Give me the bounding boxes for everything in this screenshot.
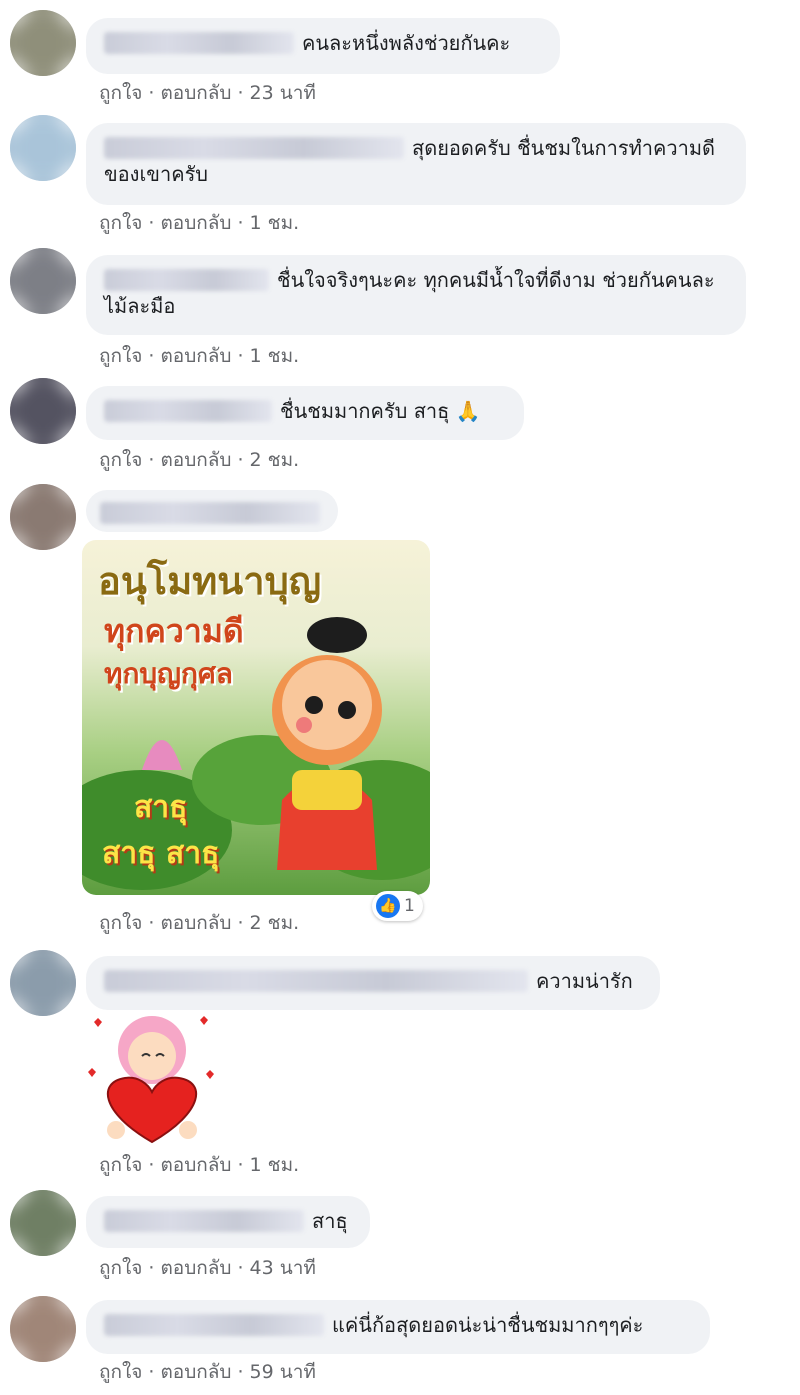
comment-bubble: ชื่นใจจริงๆนะคะ ทุกคนมีน้ำใจที่ดีงาม ช่ว…: [86, 255, 746, 335]
separator: ·: [237, 1361, 244, 1383]
like-link[interactable]: ถูกใจ: [99, 449, 142, 471]
timestamp[interactable]: 23 นาที: [250, 82, 316, 104]
comment-actions: ถูกใจ · ตอบกลับ · 23 นาที: [99, 78, 316, 108]
like-link[interactable]: ถูกใจ: [99, 345, 142, 367]
like-link[interactable]: ถูกใจ: [99, 212, 142, 234]
like-link[interactable]: ถูกใจ: [99, 1154, 142, 1176]
separator: ·: [237, 82, 244, 104]
comment-text: สาธุ: [312, 1209, 348, 1233]
reply-link[interactable]: ตอบกลับ: [160, 912, 231, 934]
separator: ·: [237, 1257, 244, 1279]
commenter-name[interactable]: [104, 269, 269, 291]
timestamp[interactable]: 2 ชม.: [250, 912, 300, 934]
separator: ·: [237, 449, 244, 471]
reply-link[interactable]: ตอบกลับ: [160, 1257, 231, 1279]
timestamp[interactable]: 43 นาที: [250, 1257, 316, 1279]
separator: ·: [237, 212, 244, 234]
avatar[interactable]: [10, 248, 76, 314]
reply-link[interactable]: ตอบกลับ: [160, 1154, 231, 1176]
comment-bubble: คนละหนึ่งพลังช่วยกันคะ: [86, 18, 560, 74]
comment-bubble: แค่นี่ก้อสุดยอดน่ะน่าชื่นชมมากๆๆค่ะ: [86, 1300, 710, 1354]
avatar[interactable]: [10, 484, 76, 550]
comment-text: ชื่นชมมากครับ สาธุ 🙏: [280, 399, 481, 423]
timestamp[interactable]: 59 นาที: [250, 1361, 316, 1383]
sticker-text: ทุกบุญกุศล: [104, 657, 233, 690]
comment-actions: ถูกใจ · ตอบกลับ · 1 ชม.: [99, 208, 299, 238]
separator: ·: [148, 212, 155, 234]
comment-actions: ถูกใจ · ตอบกลับ · 2 ชม.: [99, 445, 299, 475]
timestamp[interactable]: 1 ชม.: [250, 212, 300, 234]
commenter-name[interactable]: [104, 137, 404, 159]
reply-link[interactable]: ตอบกลับ: [160, 82, 231, 104]
commenter-name[interactable]: [104, 400, 272, 422]
separator: ·: [148, 345, 155, 367]
commenter-name[interactable]: [104, 32, 294, 54]
commenter-name[interactable]: [100, 502, 320, 524]
avatar[interactable]: [10, 115, 76, 181]
like-thumb-icon: 👍: [376, 894, 400, 918]
timestamp[interactable]: 2 ชม.: [250, 449, 300, 471]
comment-text: ความน่ารัก: [536, 969, 633, 993]
commenter-name[interactable]: [104, 970, 528, 992]
commenter-name[interactable]: [104, 1210, 304, 1232]
heart-girl-sticker[interactable]: [80, 1012, 220, 1147]
comment-text: คนละหนึ่งพลังช่วยกันคะ: [302, 31, 511, 55]
sticker-text: อนุโมทนาบุญ: [98, 559, 322, 603]
avatar[interactable]: [10, 950, 76, 1016]
avatar[interactable]: [10, 378, 76, 444]
like-link[interactable]: ถูกใจ: [99, 912, 142, 934]
reply-link[interactable]: ตอบกลับ: [160, 212, 231, 234]
separator: ·: [148, 449, 155, 471]
avatar[interactable]: [10, 1190, 76, 1256]
sticker-text: ทุกความดี: [104, 612, 244, 650]
comment-actions: ถูกใจ · ตอบกลับ · 43 นาที: [99, 1253, 316, 1283]
timestamp[interactable]: 1 ชม.: [250, 345, 300, 367]
reply-link[interactable]: ตอบกลับ: [160, 345, 231, 367]
avatar[interactable]: [10, 1296, 76, 1362]
like-link[interactable]: ถูกใจ: [99, 1361, 142, 1383]
like-link[interactable]: ถูกใจ: [99, 1257, 142, 1279]
comment-bubble: สาธุ: [86, 1196, 370, 1248]
sticker-text: สาธุ: [134, 790, 188, 825]
separator: ·: [148, 1361, 155, 1383]
comment-bubble: ความน่ารัก: [86, 956, 660, 1010]
comment-text: แค่นี่ก้อสุดยอดน่ะน่าชื่นชมมากๆๆค่ะ: [332, 1313, 644, 1337]
comment-actions: ถูกใจ · ตอบกลับ · 2 ชม.: [99, 908, 299, 938]
comment-bubble: [86, 490, 338, 532]
comment-actions: ถูกใจ · ตอบกลับ · 1 ชม.: [99, 341, 299, 371]
timestamp[interactable]: 1 ชม.: [250, 1154, 300, 1176]
separator: ·: [237, 912, 244, 934]
avatar[interactable]: [10, 10, 76, 76]
comment-actions: ถูกใจ · ตอบกลับ · 1 ชม.: [99, 1150, 299, 1180]
reply-link[interactable]: ตอบกลับ: [160, 449, 231, 471]
commenter-name[interactable]: [104, 1314, 324, 1336]
separator: ·: [148, 1154, 155, 1176]
separator: ·: [237, 1154, 244, 1176]
reply-link[interactable]: ตอบกลับ: [160, 1361, 231, 1383]
reaction-badge[interactable]: 👍 1: [372, 891, 423, 921]
comment-actions: ถูกใจ · ตอบกลับ · 59 นาที: [99, 1357, 316, 1387]
comment-image[interactable]: อนุโมทนาบุญ ทุกความดี ทุกบุญกุศล สาธุ สา…: [82, 540, 430, 895]
reaction-count: 1: [404, 896, 415, 916]
sticker-text: สาธุ สาธุ: [102, 836, 220, 871]
separator: ·: [148, 912, 155, 934]
comment-bubble: ชื่นชมมากครับ สาธุ 🙏: [86, 386, 524, 440]
separator: ·: [148, 1257, 155, 1279]
comment-bubble: สุดยอดครับ ชื่นชมในการทำความดีของเขาครับ: [86, 123, 746, 205]
separator: ·: [148, 82, 155, 104]
like-link[interactable]: ถูกใจ: [99, 82, 142, 104]
separator: ·: [237, 345, 244, 367]
